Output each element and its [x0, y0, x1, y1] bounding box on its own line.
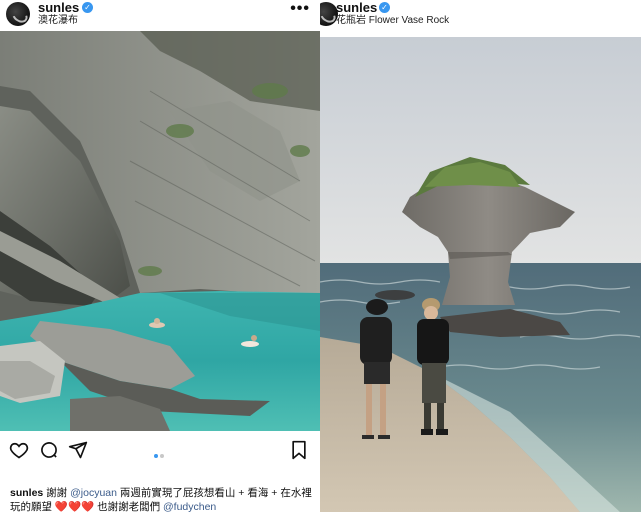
- more-options-icon[interactable]: •••: [290, 1, 310, 17]
- comment-icon[interactable]: [39, 440, 59, 460]
- username[interactable]: sunles: [336, 1, 377, 15]
- caption-text: 謝謝: [43, 487, 71, 499]
- heart-icon[interactable]: [9, 440, 29, 460]
- carousel-dot-active: [154, 454, 158, 458]
- bookmark-icon[interactable]: [289, 440, 309, 460]
- avatar[interactable]: [6, 2, 30, 26]
- post-caption: sunles 謝謝 @jocyuan 兩週前實現了屁孩想看山 + 看海 + 在水…: [10, 486, 315, 512]
- left-post: sunles ✓ 澳花瀑布 ••• sunles 謝謝 @jocyuan 兩週前…: [0, 0, 320, 512]
- share-icon[interactable]: [68, 440, 88, 460]
- caption-username[interactable]: sunles: [10, 487, 43, 499]
- verified-badge-icon: ✓: [379, 2, 390, 13]
- flower-vase-rock-photo: [320, 37, 641, 512]
- location-label[interactable]: 花瓶岩 Flower Vase Rock: [336, 15, 449, 27]
- right-post-header: sunles ✓ 花瓶岩 Flower Vase Rock: [320, 0, 641, 30]
- right-post: sunles ✓ 花瓶岩 Flower Vase Rock: [320, 0, 641, 512]
- verified-badge-icon: ✓: [82, 2, 93, 13]
- left-post-header: sunles ✓ 澳花瀑布 •••: [0, 0, 320, 30]
- location-label[interactable]: 澳花瀑布: [38, 15, 78, 27]
- mention-link[interactable]: @fudychen: [163, 501, 216, 512]
- hearts-emoji: ❤️❤️❤️: [54, 501, 95, 512]
- carousel-indicator: [153, 445, 165, 463]
- carousel-dot: [160, 454, 164, 458]
- waterfall-photo: [0, 31, 320, 431]
- mention-link[interactable]: @jocyuan: [70, 487, 117, 499]
- caption-text: 也謝謝老闆們: [94, 501, 163, 512]
- username[interactable]: sunles: [38, 1, 79, 15]
